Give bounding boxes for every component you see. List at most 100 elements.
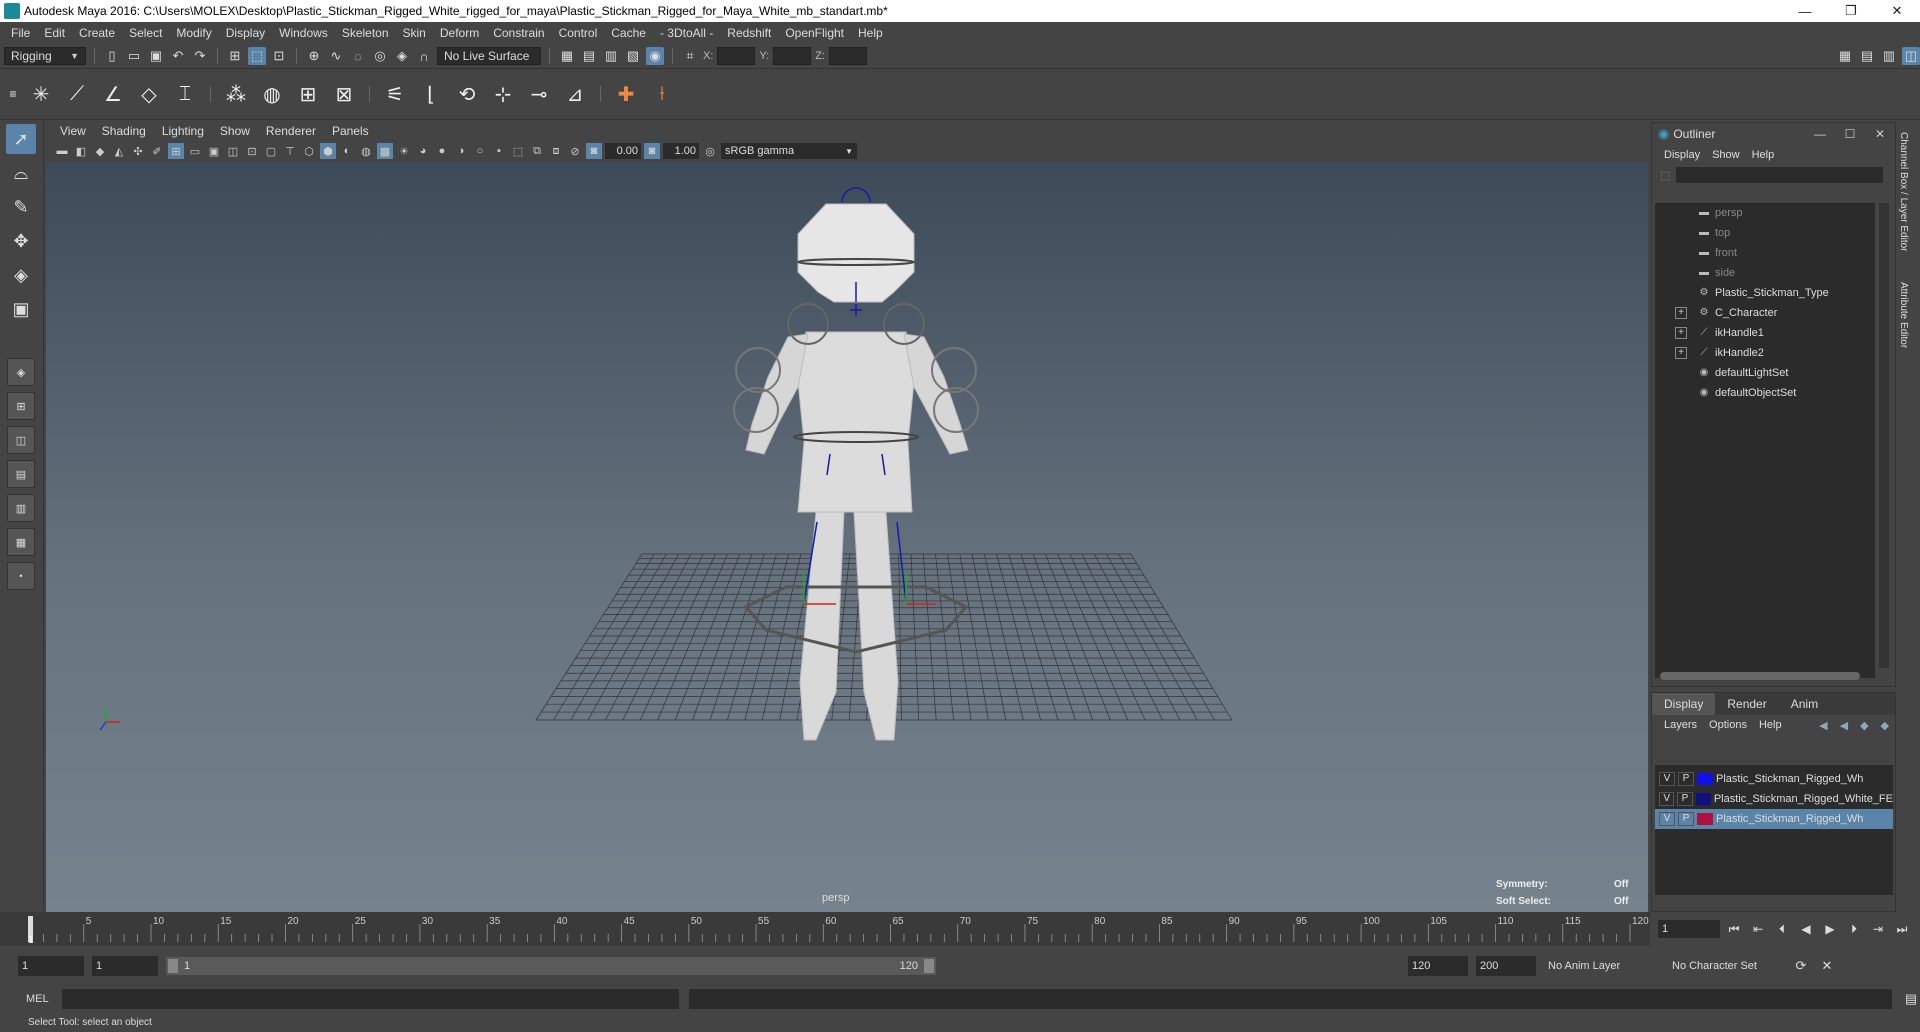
maximize-icon[interactable]: ☐ — [1835, 127, 1865, 141]
menu-select[interactable]: Select — [122, 26, 169, 40]
scene-canvas[interactable] — [46, 162, 1648, 912]
wrap-deformer-icon[interactable]: ⊠ — [329, 79, 359, 109]
y-field[interactable] — [773, 47, 812, 65]
resolution-gate-icon[interactable]: ▣ — [206, 143, 222, 159]
new-layer-icon[interactable]: ◆ — [1854, 719, 1874, 732]
shelf-menu-icon[interactable]: ≡ — [6, 79, 20, 109]
tool-settings-toggle-icon[interactable]: ▥ — [1880, 47, 1898, 65]
layer-visibility-toggle[interactable]: V — [1659, 772, 1675, 786]
panel-menu-lighting[interactable]: Lighting — [154, 124, 212, 138]
render-frame-icon[interactable]: ▤ — [580, 47, 598, 65]
multisample-aa-icon[interactable]: ○ — [472, 143, 488, 159]
z-field[interactable] — [828, 47, 867, 65]
magnet-icon[interactable]: ∩ — [415, 47, 433, 65]
mirror-joint-icon[interactable]: ⟲ — [452, 79, 482, 109]
command-input[interactable] — [61, 989, 679, 1009]
stickman-model[interactable] — [733, 187, 979, 741]
xray-icon[interactable]: ⧉ — [529, 143, 545, 159]
menu-deform[interactable]: Deform — [433, 26, 486, 40]
outliner-item[interactable]: ⚙ Plastic_Stickman_Type — [1655, 283, 1875, 303]
2d-pan-zoom-icon[interactable]: ✣ — [130, 143, 146, 159]
layer-move-up-icon[interactable]: ◀ — [1813, 719, 1833, 732]
menu-modify[interactable]: Modify — [169, 26, 218, 40]
layer-visibility-toggle[interactable]: V — [1659, 812, 1675, 826]
perspective-viewport[interactable]: persp Symmetry: Off Soft Select: Off — [46, 162, 1648, 912]
hypershade-persp-layout-icon[interactable]: ▦ — [7, 528, 35, 556]
graph-persp-layout-icon[interactable]: ▥ — [7, 494, 35, 522]
select-object-icon[interactable]: ⬚ — [248, 47, 266, 65]
panel-menu-show[interactable]: Show — [212, 124, 258, 138]
menuset-dropdown[interactable]: Rigging ▼ — [4, 47, 86, 65]
layer-tab-anim[interactable]: Anim — [1779, 693, 1830, 715]
menu-openflight[interactable]: OpenFlight — [778, 26, 851, 40]
panel-menu-shading[interactable]: Shading — [94, 124, 154, 138]
select-camera-icon[interactable]: ▬ — [54, 143, 70, 159]
step-back-frame-icon[interactable]: ⏴ — [1772, 922, 1792, 937]
depth-of-field-icon[interactable]: ▪ — [491, 143, 507, 159]
outliner-search-input[interactable] — [1676, 167, 1883, 183]
step-forward-frame-icon[interactable]: ⏵ — [1844, 922, 1864, 937]
outliner-menu-display[interactable]: Display — [1658, 149, 1706, 161]
scale-tool-icon[interactable]: ▣ — [6, 294, 36, 324]
render-settings-icon[interactable]: ▧ — [624, 47, 642, 65]
step-forward-key-icon[interactable]: ⇥ — [1868, 922, 1888, 936]
layer-move-down-icon[interactable]: ◀ — [1834, 719, 1854, 732]
snap-point-icon[interactable]: ◌ — [349, 47, 367, 65]
menu-create[interactable]: Create — [72, 26, 122, 40]
layer-menu-help[interactable]: Help — [1753, 719, 1788, 731]
screen-space-ao-icon[interactable]: ● — [434, 143, 450, 159]
xray-active-icon[interactable]: ⧈ — [548, 143, 564, 159]
sidebar-toggle-icon[interactable]: ▦ — [1836, 47, 1854, 65]
layer-menu-options[interactable]: Options — [1703, 719, 1753, 731]
menu-skeleton[interactable]: Skeleton — [335, 26, 396, 40]
layer-color-swatch[interactable] — [1695, 793, 1711, 805]
menu-windows[interactable]: Windows — [272, 26, 335, 40]
gamma-field[interactable]: 1.00 — [663, 143, 699, 159]
bind-skin-icon[interactable]: ⁂ — [221, 79, 251, 109]
layer-tab-render[interactable]: Render — [1715, 693, 1778, 715]
layer-playback-toggle[interactable]: P — [1677, 792, 1693, 806]
menu-control[interactable]: Control — [552, 26, 605, 40]
layer-row[interactable]: V P Plastic_Stickman_Rigged_Wh — [1655, 809, 1893, 829]
use-all-lights-icon[interactable]: ☀ — [396, 143, 412, 159]
select-component-icon[interactable]: ⊡ — [270, 47, 288, 65]
gamma-toggle-icon[interactable]: ◙ — [644, 143, 660, 159]
orient-joint-icon[interactable]: ⌊ — [416, 79, 446, 109]
right-leg[interactable] — [853, 511, 899, 741]
start-time-field[interactable]: 1 — [18, 956, 84, 976]
hypershade-icon[interactable]: ◉ — [646, 47, 664, 65]
menu-skin[interactable]: Skin — [396, 26, 433, 40]
minimize-icon[interactable]: — — [1805, 127, 1835, 141]
playback-end-field[interactable]: 120 — [1408, 956, 1468, 976]
redo-icon[interactable]: ↷ — [191, 47, 209, 65]
go-to-start-icon[interactable]: ⏮ — [1724, 922, 1744, 937]
grid-toggle-icon[interactable]: ⊞ — [168, 143, 184, 159]
outliner-item[interactable]: + ⟋ ikHandle1 — [1655, 323, 1875, 343]
motion-blur-icon[interactable]: ◑ — [453, 143, 469, 159]
outliner-item[interactable]: ▬ front — [1655, 243, 1875, 263]
connect-joint-icon[interactable]: ⊿ — [560, 79, 590, 109]
gate-mask-icon[interactable]: ◫ — [225, 143, 241, 159]
left-leg[interactable] — [799, 511, 845, 741]
layer-visibility-toggle[interactable]: V — [1659, 792, 1675, 806]
layer-row[interactable]: V P Plastic_Stickman_Rigged_White_FE — [1655, 789, 1893, 809]
outliner-list[interactable]: ▬ persp ▬ top ▬ front ▬ side ⚙ Plastic_Stickman_T… — [1655, 203, 1875, 678]
view-transform-dropdown[interactable]: sRGB gamma ▼ — [721, 143, 857, 159]
command-language-label[interactable]: MEL — [26, 993, 52, 1005]
character-set-dropdown[interactable]: No Character Set — [1668, 956, 1784, 976]
outliner-item[interactable]: + ⚙ C_Character — [1655, 303, 1875, 323]
attribute-editor-toggle-icon[interactable]: ▤ — [1858, 47, 1876, 65]
layer-list[interactable]: V P Plastic_Stickman_Rigged_Wh V P Plastic_St… — [1655, 765, 1893, 895]
color-management-icon[interactable]: ◎ — [702, 143, 718, 159]
snap-surface-icon[interactable]: ◈ — [393, 47, 411, 65]
play-forward-icon[interactable]: ▶ — [1820, 922, 1840, 936]
range-bar[interactable]: 1 120 — [166, 957, 936, 975]
paint-select-tool-icon[interactable]: ✎ — [6, 192, 36, 222]
menu-file[interactable]: File — [4, 26, 37, 40]
select-hierarchy-icon[interactable]: ⊞ — [226, 47, 244, 65]
attribute-editor-tab[interactable]: Attribute Editor — [1898, 252, 1909, 348]
channel-box-tab[interactable]: Channel Box / Layer Editor — [1898, 122, 1909, 252]
image-plane-icon[interactable]: ◭ — [111, 143, 127, 159]
layer-menu-layers[interactable]: Layers — [1658, 719, 1703, 731]
ik-spline-tool-icon[interactable]: ∠ — [98, 79, 128, 109]
